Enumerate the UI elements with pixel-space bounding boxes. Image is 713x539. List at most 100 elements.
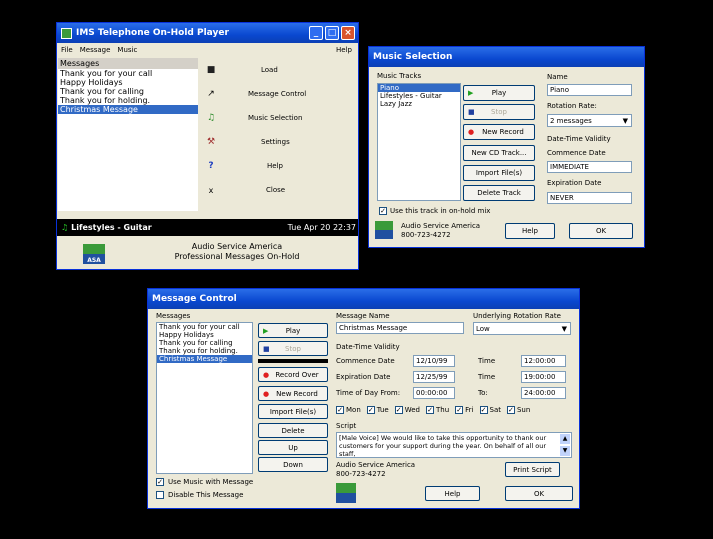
list-item[interactable]: Thank you for holding. [58,96,198,105]
menu-message[interactable]: Message [80,46,111,54]
tools-icon: ⚒ [206,137,216,147]
music-note-icon: ♫ [206,113,216,123]
music-titlebar[interactable]: Music Selection [369,47,644,67]
import-files-button[interactable]: Import File(s) [463,165,535,181]
down-button[interactable]: Down [258,457,328,472]
commence-field[interactable]: IMMEDIATE [547,161,632,173]
use-track-checkbox[interactable]: ✓ [379,207,387,215]
menu-file[interactable]: File [61,46,73,54]
settings-button[interactable]: ⚒ Settings [199,130,358,154]
player-messages-list[interactable]: Thank you for your call Happy Holidays T… [58,69,198,211]
rotation-select[interactable]: Low ▼ [473,322,571,335]
player-window: IMS Telephone On-Hold Player _ □ × File … [56,22,359,270]
delete-track-button[interactable]: Delete Track [463,185,535,201]
rotation-select[interactable]: 2 messages ▼ [547,114,632,127]
list-item[interactable]: Thank you for holding. [157,347,252,355]
msgctl-titlebar[interactable]: Message Control [148,289,579,309]
player-button-panel: ■ Load ↗ Message Control ♫ Music Selecti… [199,58,358,211]
record-over-button[interactable]: ● Record Over [258,367,328,382]
list-item[interactable]: Lifestyles - Guitar [378,92,460,100]
expiration-label: Expiration Date [336,373,391,381]
expiration-date-field[interactable]: 12/25/99 [413,371,455,383]
floppy-icon: ■ [206,64,216,75]
up-button[interactable]: Up [258,440,328,455]
expiration-label: Expiration Date [547,179,602,187]
list-item[interactable]: Piano [378,84,460,92]
new-record-button[interactable]: ● New Record [463,124,535,140]
use-music-checkbox[interactable]: ✓ [156,478,164,486]
chevron-down-icon[interactable]: ▼ [562,325,567,333]
play-button[interactable]: ▶ Play [258,323,328,338]
script-textarea[interactable]: [Male Voice] We would like to take this … [336,432,572,458]
msgctl-messages-list[interactable]: Thank you for your call Happy Holidays T… [156,322,253,474]
list-item[interactable]: Thank you for your call [157,323,252,331]
help-button[interactable]: Help [505,223,555,239]
minimize-icon[interactable]: _ [309,26,323,40]
delete-button[interactable]: Delete [258,423,328,438]
new-record-button[interactable]: ● New Record [258,386,328,401]
print-script-button[interactable]: Print Script [505,462,560,477]
disable-message-checkbox[interactable] [156,491,164,499]
validity-label: Date-Time Validity [336,343,400,351]
music-note-icon: ♫ [61,223,69,232]
close-icon[interactable]: × [341,26,355,40]
name-field[interactable]: Piano [547,84,632,96]
app-icon [61,27,72,39]
message-control-button[interactable]: ↗ Message Control [199,82,358,106]
stop-button[interactable]: ■ Stop [463,104,535,120]
scroll-down-icon[interactable]: ▼ [560,446,570,456]
day-checkbox-thu[interactable]: ✓ Thu [426,406,449,414]
menu-help[interactable]: Help [336,46,352,54]
menu-music[interactable]: Music [117,46,137,54]
expiration-time-field[interactable]: 19:00:00 [521,371,566,383]
import-files-button[interactable]: Import File(s) [258,404,328,419]
commence-label: Commence Date [336,357,395,365]
new-cd-track-button[interactable]: New CD Track... [463,145,535,161]
chevron-down-icon[interactable]: ▼ [623,117,628,125]
list-item[interactable]: Christmas Message [157,355,252,363]
commence-date-field[interactable]: 12/10/99 [413,355,455,367]
player-titlebar[interactable]: IMS Telephone On-Hold Player _ □ × [57,23,358,43]
list-item[interactable]: Christmas Message [58,105,198,114]
day-checkbox-mon[interactable]: ✓ Mon [336,406,361,414]
tod-to-label: To: [478,389,488,397]
music-title: Music Selection [373,52,453,62]
maximize-icon[interactable]: □ [325,26,339,40]
use-music-label: Use Music with Message [168,478,254,486]
help-button[interactable]: Help [425,486,480,501]
list-item[interactable]: Thank you for your call [58,69,198,78]
day-checkbox-tue[interactable]: ✓ Tue [366,406,389,414]
message-name-field[interactable]: Christmas Message [336,322,464,334]
msgctl-title: Message Control [152,294,237,304]
disable-message-label: Disable This Message [168,491,244,499]
message-control-window: Message Control Messages Thank you for y… [147,288,580,509]
list-item[interactable]: Thank you for calling [58,87,198,96]
load-button[interactable]: ■ Load [199,58,358,82]
ok-button[interactable]: OK [569,223,633,239]
music-selection-button[interactable]: ♫ Music Selection [199,106,358,130]
list-item[interactable]: Lazy Jazz [378,100,460,108]
list-item[interactable]: Happy Holidays [58,78,198,87]
play-button[interactable]: ▶ Play [463,85,535,101]
tagline: Professional Messages On-Hold [174,252,300,261]
day-checkbox-wed[interactable]: ✓ Wed [394,406,420,414]
day-checkbox-sat[interactable]: ✓ Sat [479,406,501,414]
ok-button[interactable]: OK [505,486,573,501]
day-checkbox-fri[interactable]: ✓ Fri [455,406,474,414]
tod-to-field[interactable]: 24:00:00 [521,387,566,399]
tod-from-field[interactable]: 00:00:00 [413,387,455,399]
help-button[interactable]: ? Help [199,154,358,178]
use-track-label: Use this track in on-hold mix [390,207,491,215]
expiration-field[interactable]: NEVER [547,192,632,204]
script-text: [Male Voice] We would like to take this … [339,434,547,458]
list-item[interactable]: Happy Holidays [157,331,252,339]
close-button[interactable]: x Close [199,178,358,202]
commence-time-field[interactable]: 12:00:00 [521,355,566,367]
tracks-list[interactable]: Piano Lifestyles - Guitar Lazy Jazz [377,83,461,201]
stop-button[interactable]: ■ Stop [258,341,328,356]
day-checkbox-sun[interactable]: ✓ Sun [506,406,530,414]
scroll-up-icon[interactable]: ▲ [560,434,570,444]
list-item[interactable]: Thank you for calling [157,339,252,347]
company-phone: 800-723-4272 [336,470,386,478]
message-name-label: Message Name [336,312,390,320]
